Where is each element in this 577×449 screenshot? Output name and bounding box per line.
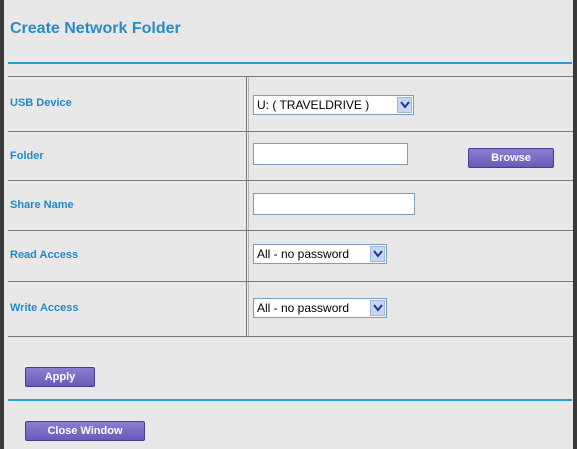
share-name-input[interactable] (253, 193, 415, 215)
column-divider (246, 231, 247, 282)
write-access-value: All - no password (257, 301, 350, 315)
column-divider-inner (248, 132, 249, 181)
column-divider (246, 181, 247, 231)
write-access-select[interactable]: All - no password (253, 298, 387, 318)
window-border-left (0, 0, 4, 449)
folder-label: Folder (10, 150, 44, 162)
usb-device-row: USB Device U: ( TRAVELDRIVE ) (8, 76, 573, 132)
column-divider-inner (248, 77, 249, 132)
read-access-label: Read Access (10, 249, 79, 261)
chevron-down-icon[interactable] (370, 300, 385, 316)
read-access-row: Read Access All - no password (8, 230, 573, 282)
write-access-row: Write Access All - no password (8, 281, 573, 337)
read-access-value: All - no password (257, 247, 350, 261)
usb-device-label: USB Device (10, 97, 72, 109)
column-divider (246, 77, 247, 132)
chevron-down-icon[interactable] (370, 246, 385, 262)
column-divider (246, 132, 247, 181)
chevron-down-icon[interactable] (397, 97, 412, 113)
dialog-frame: Create Network Folder USB Device U: ( TR… (0, 0, 577, 449)
title-divider (8, 62, 572, 64)
column-divider-inner (248, 231, 249, 282)
read-access-select[interactable]: All - no password (253, 244, 387, 264)
close-window-button[interactable]: Close Window (25, 421, 145, 441)
window-border-right (573, 0, 577, 449)
folder-row: Folder Browse (8, 131, 573, 181)
share-name-row: Share Name (8, 180, 573, 231)
usb-device-value: U: ( TRAVELDRIVE ) (257, 98, 370, 112)
browse-button[interactable]: Browse (468, 148, 554, 168)
page-title: Create Network Folder (10, 20, 181, 37)
column-divider-inner (248, 282, 249, 336)
column-divider (246, 282, 247, 336)
actions-divider (8, 399, 572, 401)
folder-input[interactable] (253, 143, 408, 165)
write-access-label: Write Access (10, 302, 79, 314)
share-name-label: Share Name (10, 199, 74, 211)
apply-button[interactable]: Apply (25, 367, 95, 387)
usb-device-select[interactable]: U: ( TRAVELDRIVE ) (253, 95, 414, 115)
column-divider-inner (248, 181, 249, 231)
